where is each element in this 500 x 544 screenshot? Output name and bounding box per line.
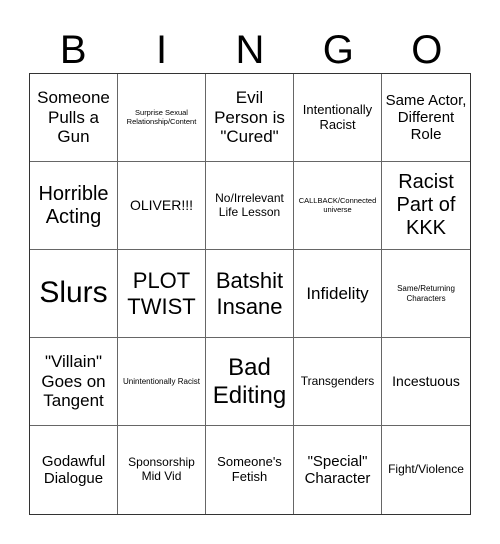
bingo-cell[interactable]: Unintentionally Racist <box>118 338 206 426</box>
bingo-cell[interactable]: Someone's Fetish <box>206 426 294 514</box>
bingo-cell[interactable]: Horrible Acting <box>30 162 118 250</box>
bingo-cell[interactable]: Fight/Violence <box>382 426 470 514</box>
bingo-cell[interactable]: No/Irrelevant Life Lesson <box>206 162 294 250</box>
bingo-cell[interactable]: Incestuous <box>382 338 470 426</box>
header-letter-n: N <box>235 28 265 72</box>
header-letter-g: G <box>322 28 354 72</box>
bingo-cell[interactable]: "Special" Character <box>294 426 382 514</box>
bingo-cell[interactable]: Batshit Insane <box>206 250 294 338</box>
bingo-cell[interactable]: Infidelity <box>294 250 382 338</box>
bingo-board: Someone Pulls a Gun Surprise Sexual Rela… <box>29 73 471 515</box>
bingo-cell[interactable]: "Villain" Goes on Tangent <box>30 338 118 426</box>
bingo-cell[interactable]: Bad Editing <box>206 338 294 426</box>
bingo-cell[interactable]: Same Actor, Different Role <box>382 74 470 162</box>
bingo-cell[interactable]: Someone Pulls a Gun <box>30 74 118 162</box>
header-letter-o: O <box>411 28 443 72</box>
bingo-cell[interactable]: Evil Person is "Cured" <box>206 74 294 162</box>
bingo-cell[interactable]: Slurs <box>30 250 118 338</box>
header-letter-i: I <box>156 28 168 72</box>
header-letter-b: B <box>59 28 87 72</box>
bingo-cell[interactable]: Sponsorship Mid Vid <box>118 426 206 514</box>
bingo-cell[interactable]: OLIVER!!! <box>118 162 206 250</box>
bingo-cell[interactable]: Godawful Dialogue <box>30 426 118 514</box>
bingo-cell[interactable]: Surprise Sexual Relationship/Content <box>118 74 206 162</box>
bingo-header: B I N G O <box>29 24 471 72</box>
bingo-cell[interactable]: Same/Returning Characters <box>382 250 470 338</box>
bingo-cell[interactable]: PLOT TWIST <box>118 250 206 338</box>
bingo-cell[interactable]: Transgenders <box>294 338 382 426</box>
bingo-cell[interactable]: CALLBACK/Connected universe <box>294 162 382 250</box>
bingo-cell[interactable]: Racist Part of KKK <box>382 162 470 250</box>
bingo-cell[interactable]: Intentionally Racist <box>294 74 382 162</box>
